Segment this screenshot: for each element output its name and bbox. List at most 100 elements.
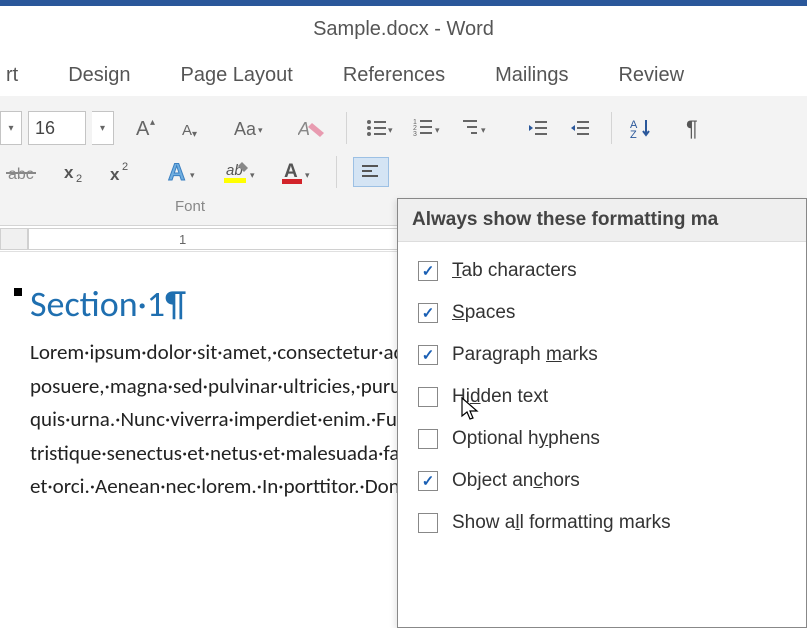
svg-text:2: 2 [122,161,128,173]
svg-text:▴: ▴ [150,117,155,128]
svg-text:A: A [168,159,185,186]
tab-page-layout[interactable]: Page Layout [180,64,292,87]
svg-text:A: A [182,122,192,139]
increase-indent-button[interactable] [563,113,599,143]
tab-insert-partial[interactable]: rt [6,64,18,87]
svg-text:x: x [110,165,120,184]
clear-formatting-button[interactable]: A [292,111,334,145]
separator [336,156,337,188]
ruler-tick-1: 1 [179,232,186,247]
doc-marker [14,288,22,296]
option-label: Hidden text [452,386,548,408]
bullets-button[interactable]: ▾ [359,113,401,143]
option-object-anchors[interactable]: Object anchors [418,470,786,492]
svg-text:A: A [284,161,298,182]
checkbox-paragraph-marks[interactable] [418,345,438,365]
options-panel-header: Always show these formatting ma [398,199,806,242]
option-hidden-text[interactable]: Hidden text [418,386,786,408]
svg-text:▾: ▾ [250,170,255,180]
option-tab-characters[interactable]: Tab characters [418,260,786,282]
option-label: Paragraph marks [452,344,598,366]
grow-font-icon: A▴ [134,115,160,141]
decrease-indent-button[interactable] [521,113,557,143]
option-label: Show all formatting marks [452,512,671,534]
checkbox-object-anchors[interactable] [418,471,438,491]
numbering-button[interactable]: 123▾ [407,113,449,143]
strikethrough-button[interactable]: abc [0,156,46,188]
superscript-button[interactable]: x2 [102,156,138,188]
svg-text:3: 3 [413,131,417,138]
font-group-label: Font [0,194,380,219]
window-title: Sample.docx - Word [0,6,807,54]
svg-text:▾: ▾ [190,170,195,180]
option-label: Tab characters [452,260,577,282]
separator [611,112,612,144]
grow-font-button[interactable]: A▴ [128,111,166,145]
separator [346,112,347,144]
option-paragraph-marks[interactable]: Paragraph marks [418,344,786,366]
font-color-button[interactable]: A▾ [274,154,320,190]
text-effects-icon: A▾ [166,158,200,186]
option-label: Object anchors [452,470,580,492]
bullets-icon: ▾ [365,117,395,139]
change-case-button[interactable]: Aa▾ [226,111,272,145]
svg-text:abc: abc [8,166,34,183]
svg-text:2: 2 [76,173,82,184]
formatting-options-panel: Always show these formatting ma Tab char… [397,198,807,628]
superscript-icon: x2 [108,160,132,184]
subscript-icon: x2 [62,160,86,184]
align-left-button[interactable] [353,157,389,187]
text-effects-button[interactable]: A▾ [160,154,206,190]
svg-text:¶: ¶ [686,116,698,140]
checkbox-spaces[interactable] [418,303,438,323]
checkbox-show-all[interactable] [418,513,438,533]
svg-text:▾: ▾ [305,170,310,180]
svg-text:A: A [298,119,310,139]
multilevel-list-button[interactable]: ▾ [455,113,497,143]
tab-references[interactable]: References [343,64,445,87]
font-color-icon: A▾ [280,158,314,186]
shrink-font-icon: A▾ [178,115,204,141]
font-size-dropdown-arrow[interactable]: ▾ [92,111,114,145]
sort-button[interactable]: AZ [624,112,662,144]
checkbox-optional-hyphens[interactable] [418,429,438,449]
decrease-indent-icon [527,117,551,139]
svg-text:A: A [136,118,150,140]
option-label: Spaces [452,302,515,324]
multilevel-list-icon: ▾ [461,117,491,139]
font-size-input[interactable]: 16 [28,111,86,145]
option-spaces[interactable]: Spaces [418,302,786,324]
svg-text:▾: ▾ [258,125,263,135]
subscript-button[interactable]: x2 [56,156,92,188]
svg-text:Z: Z [630,129,637,140]
option-optional-hyphens[interactable]: Optional hyphens [418,428,786,450]
svg-text:Aa: Aa [234,119,257,139]
strikethrough-icon: abc [6,160,40,184]
svg-text:x: x [64,163,74,182]
svg-text:▾: ▾ [388,125,393,135]
svg-text:▾: ▾ [192,129,197,140]
tab-mailings[interactable]: Mailings [495,64,568,87]
show-hide-button[interactable]: ¶ [678,112,712,144]
numbering-icon: 123▾ [413,117,443,139]
sort-icon: AZ [630,116,656,140]
clear-formatting-icon: A [298,115,328,141]
pilcrow-icon: ¶ [684,116,706,140]
shrink-font-button[interactable]: A▾ [172,111,210,145]
highlight-button[interactable]: ab▾ [216,154,264,190]
change-case-icon: Aa▾ [232,115,266,141]
highlight-icon: ab▾ [222,158,258,186]
checkbox-tab-characters[interactable] [418,261,438,281]
svg-text:▾: ▾ [481,125,486,135]
option-show-all[interactable]: Show all formatting marks [418,512,786,534]
checkbox-hidden-text[interactable] [418,387,438,407]
ribbon-tabs: rt Design Page Layout References Mailing… [0,54,807,96]
ruler-corner [0,228,28,250]
option-label: Optional hyphens [452,428,600,450]
options-body: Tab characters Spaces Paragraph marks Hi… [398,242,806,572]
font-name-dropdown-arrow[interactable]: ▾ [0,111,22,145]
tab-design[interactable]: Design [68,64,130,87]
increase-indent-icon [569,117,593,139]
tab-review[interactable]: Review [618,64,684,87]
align-left-icon [360,162,382,182]
